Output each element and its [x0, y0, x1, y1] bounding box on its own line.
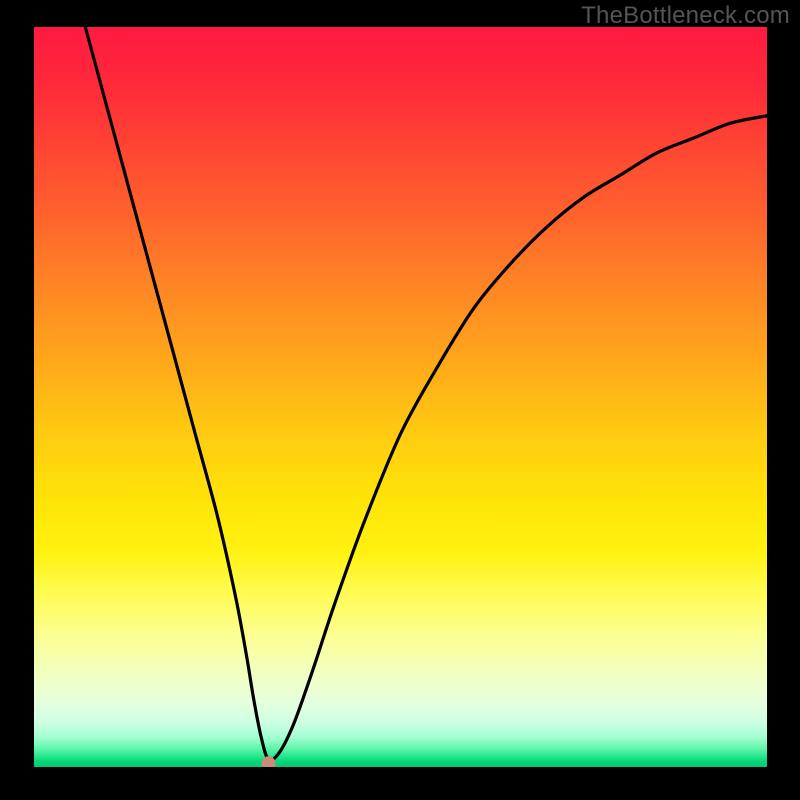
chart-plot-area — [34, 27, 767, 767]
chart-svg — [34, 27, 767, 767]
watermark-text: TheBottleneck.com — [581, 2, 790, 30]
bottleneck-curve — [85, 27, 767, 760]
